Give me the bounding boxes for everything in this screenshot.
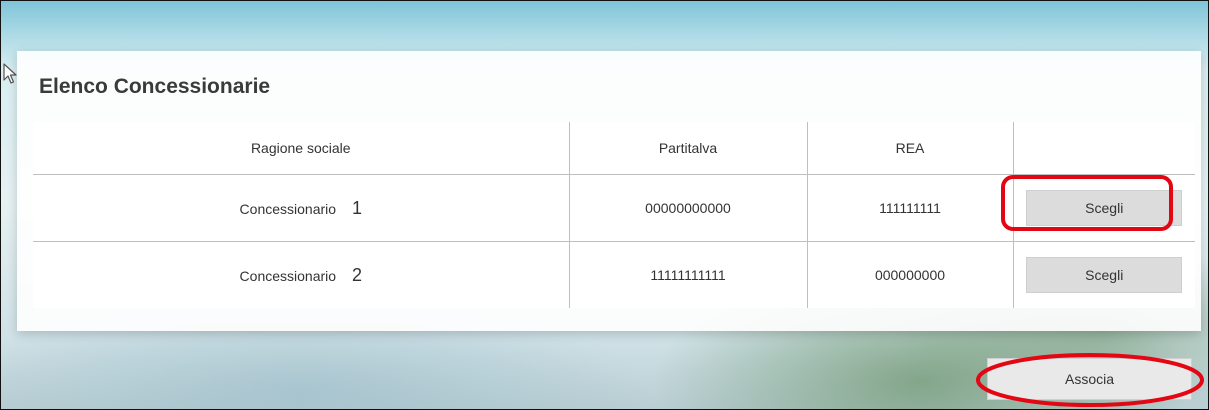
dealer-number: 1 (351, 197, 362, 218)
column-header-partita-iva: Partitalva (569, 122, 808, 175)
table-row: Concessionario 1 00000000000 111111111 S… (33, 174, 1195, 242)
cell-action: Scegli (1013, 174, 1195, 242)
cell-ragione-sociale: Concessionario 2 (33, 241, 570, 308)
column-header-ragione-sociale: Ragione sociale (33, 122, 570, 175)
column-header-rea: REA (807, 122, 1014, 175)
cell-partita-iva: 11111111111 (569, 241, 808, 308)
scegli-button-row-2[interactable]: Scegli (1026, 257, 1183, 293)
column-header-action (1013, 122, 1195, 175)
cell-ragione-sociale: Concessionario 1 (33, 174, 570, 242)
scegli-button-row-1[interactable]: Scegli (1026, 190, 1183, 226)
cell-rea: 000000000 (807, 241, 1014, 308)
dealer-name: Concessionario (239, 267, 337, 284)
screen-frame: Elenco Concessionarie Ragione sociale Pa… (0, 0, 1209, 410)
dealer-number: 2 (351, 264, 362, 285)
cell-partita-iva: 00000000000 (569, 174, 808, 242)
cell-rea: 111111111 (807, 174, 1014, 242)
cell-action: Scegli (1013, 242, 1195, 309)
table-header-row: Ragione sociale Partitalva REA (33, 122, 1195, 175)
concessionarie-table: Ragione sociale Partitalva REA Concessio… (33, 122, 1195, 308)
concessionarie-panel: Elenco Concessionarie Ragione sociale Pa… (17, 51, 1201, 331)
table-row: Concessionario 2 11111111111 000000000 S… (33, 241, 1195, 309)
dealer-name: Concessionario (239, 200, 337, 217)
panel-title: Elenco Concessionarie (39, 75, 271, 98)
associa-button[interactable]: Associa (987, 358, 1192, 400)
